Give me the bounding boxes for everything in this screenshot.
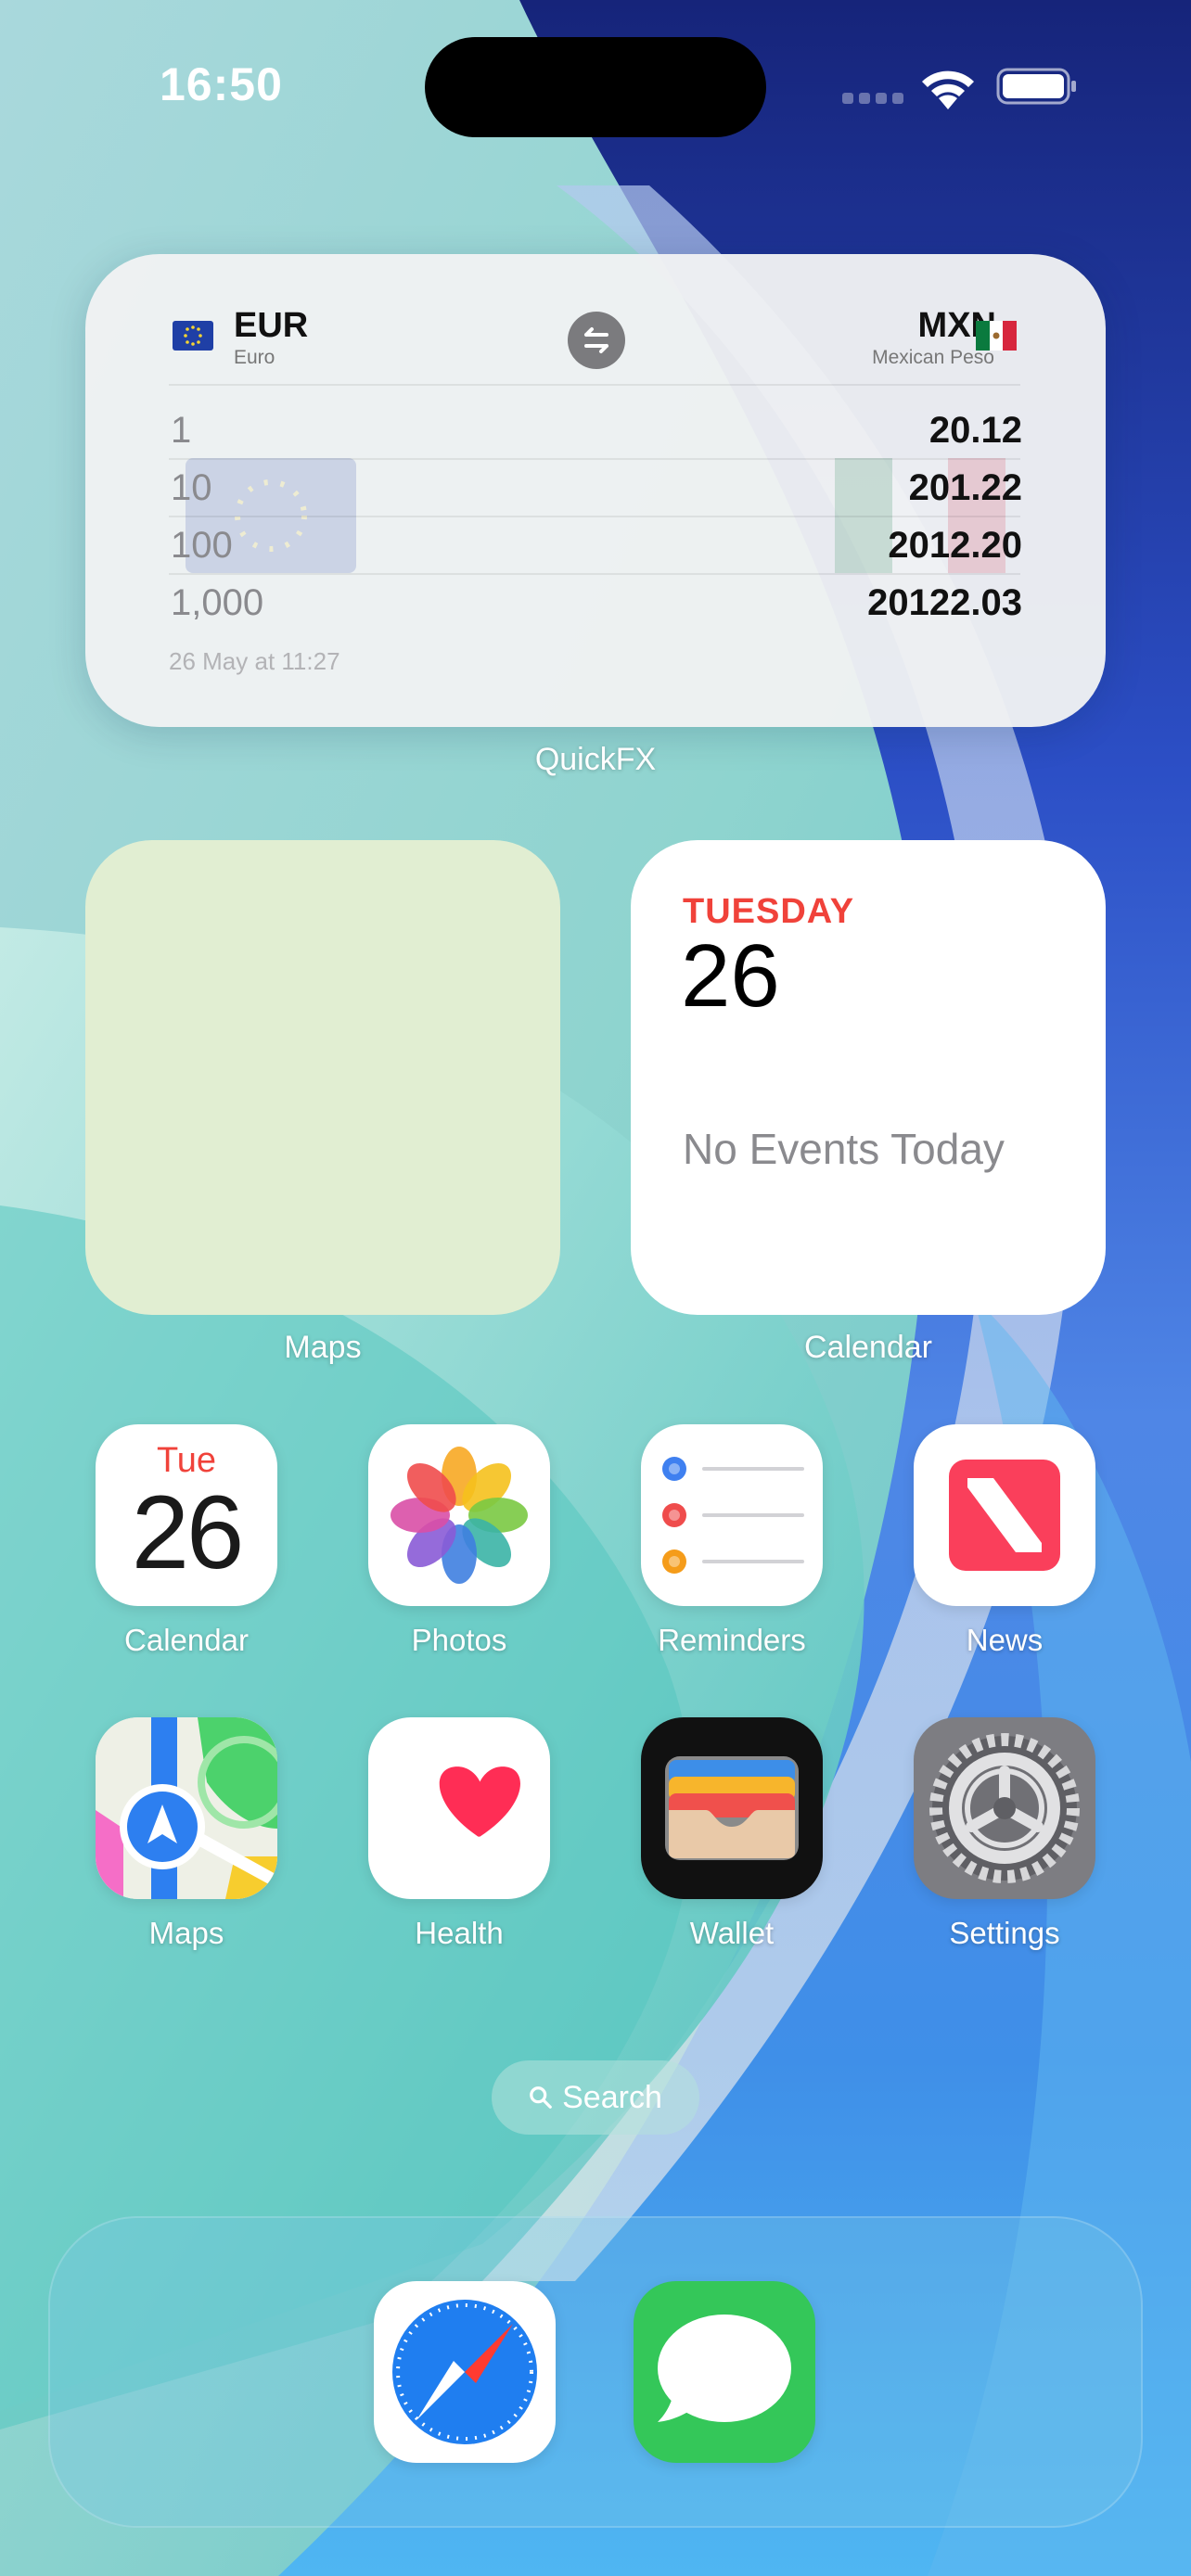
news-icon (949, 1460, 1060, 1571)
wallet-icon (665, 1756, 799, 1860)
calendar-widget-date: 26 (681, 926, 780, 1026)
calendar-widget[interactable]: TUESDAY 26 No Events Today (631, 840, 1106, 1315)
fx-row-result: 20122.03 (867, 582, 1022, 623)
maps-widget[interactable] (85, 840, 560, 1315)
app-label: Calendar (124, 1623, 249, 1657)
news-app-icon[interactable] (914, 1424, 1095, 1606)
reminders-icon (662, 1457, 804, 1574)
base-currency-code: EUR (234, 306, 309, 345)
settings-icon (929, 1733, 1080, 1883)
fx-row-amount: 1 (171, 410, 192, 451)
dock (48, 2216, 1143, 2528)
calendar-app-icon[interactable]: Tue 26 (96, 1424, 277, 1606)
reminders-app-icon[interactable] (641, 1424, 823, 1606)
health-app-icon[interactable] (368, 1717, 550, 1899)
swap-arrows-icon (584, 327, 608, 353)
maps-widget-label: Maps (284, 1330, 362, 1365)
divider (169, 384, 1020, 386)
photos-app-icon[interactable] (368, 1424, 550, 1606)
search-button[interactable]: Search (492, 2060, 699, 2135)
status-time: 16:50 (160, 58, 283, 110)
maps-icon (96, 1717, 277, 1899)
app-label: Wallet (689, 1916, 775, 1950)
divider (169, 458, 1020, 460)
quickfx-widget[interactable]: EUR Euro MXN Mexican Peso 1 20.12 10 201… (85, 254, 1106, 727)
settings-app-icon[interactable] (914, 1717, 1095, 1899)
calendar-widget-label: Calendar (804, 1330, 932, 1365)
photos-icon (391, 1447, 528, 1584)
safari-app-icon[interactable] (374, 2281, 556, 2463)
fx-updated-time: 26 May at 11:27 (169, 647, 340, 675)
app-label: Settings (949, 1916, 1060, 1950)
battery-icon (996, 68, 1076, 105)
app-label: Reminders (658, 1623, 806, 1657)
fx-row-amount: 10 (171, 467, 212, 508)
dynamic-island (425, 37, 766, 137)
base-currency-name: Euro (234, 347, 275, 368)
fx-row-result: 2012.20 (888, 525, 1022, 566)
fx-row-result: 201.22 (908, 467, 1022, 508)
safari-icon (392, 2300, 537, 2444)
messages-app-icon[interactable] (634, 2281, 815, 2463)
wifi-icon (922, 70, 974, 109)
fx-row-result: 20.12 (928, 410, 1022, 451)
mexico-flag-icon (976, 321, 1017, 351)
wallet-app-icon[interactable] (641, 1717, 823, 1899)
search-icon (530, 2086, 552, 2109)
app-label: Health (415, 1916, 504, 1950)
fx-row-amount: 1,000 (171, 582, 264, 623)
app-label: News (966, 1623, 1044, 1657)
calendar-widget-no-events: No Events Today (683, 1125, 1005, 1173)
app-label: Photos (411, 1623, 507, 1657)
swap-currencies-button[interactable] (568, 312, 625, 369)
messages-icon (658, 2315, 791, 2422)
divider (169, 516, 1020, 517)
divider (169, 573, 1020, 575)
cellular-signal-icon (842, 93, 903, 104)
quickfx-widget-label: QuickFX (534, 742, 657, 777)
app-label: Maps (148, 1916, 224, 1950)
calendar-icon-date: 26 (131, 1474, 245, 1590)
search-label: Search (562, 2079, 662, 2115)
eu-flag-icon (173, 321, 213, 351)
health-icon (439, 1766, 520, 1837)
fx-row-amount: 100 (171, 525, 233, 566)
maps-app-icon[interactable] (96, 1717, 277, 1899)
